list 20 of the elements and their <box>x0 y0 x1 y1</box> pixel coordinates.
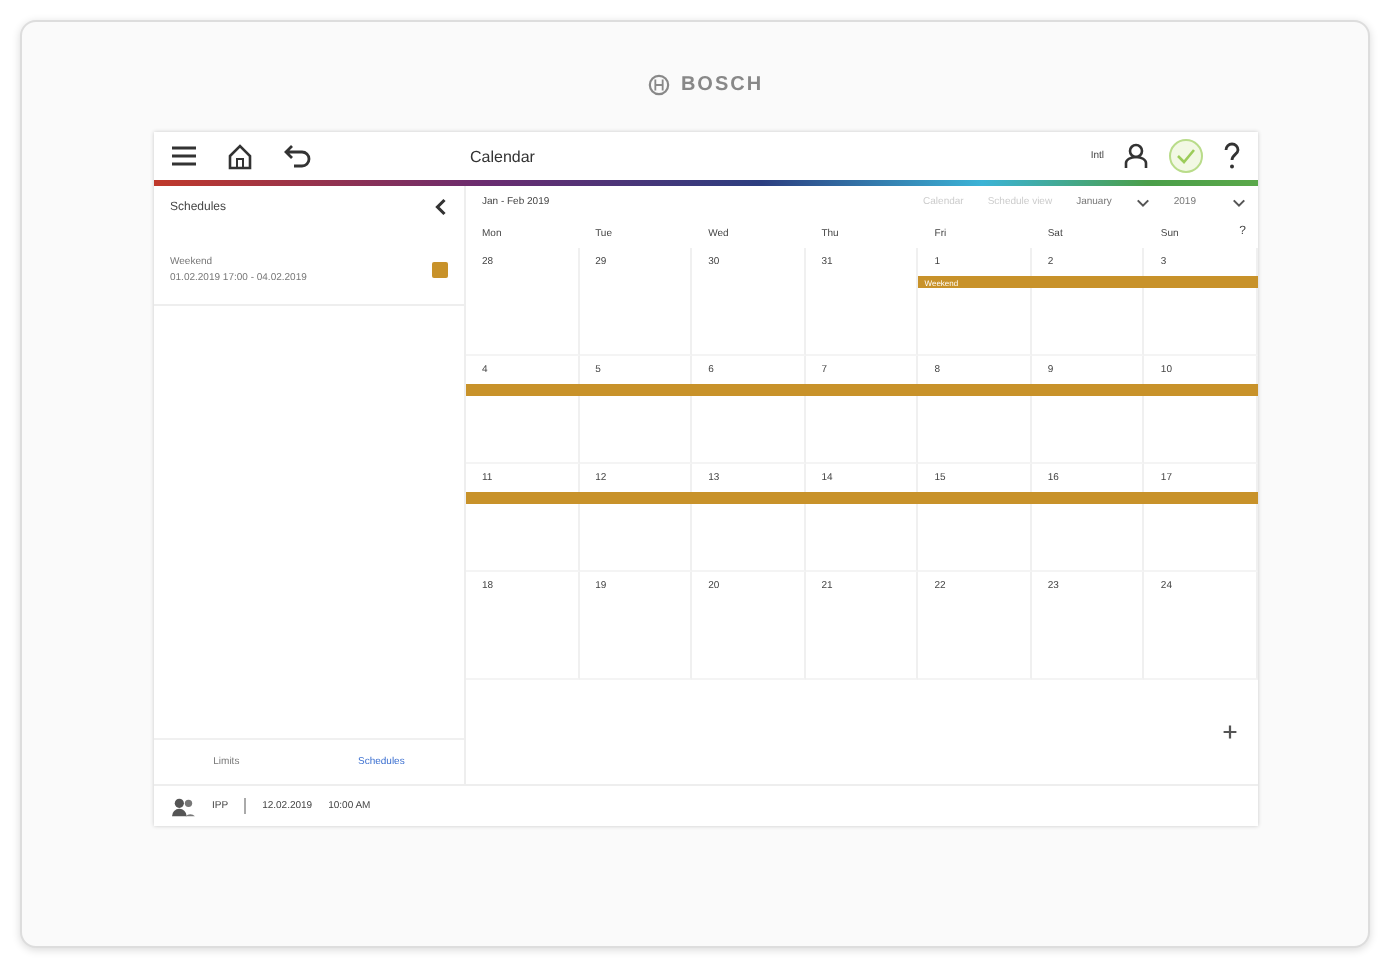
collapse-icon[interactable] <box>434 198 448 216</box>
user-icon[interactable] <box>1122 142 1150 170</box>
back-icon[interactable] <box>282 144 314 168</box>
home-icon[interactable] <box>226 142 254 170</box>
page-title: Calendar <box>470 147 537 165</box>
menu-icon[interactable] <box>170 144 198 168</box>
user-group-icon <box>170 795 196 817</box>
caret-icon <box>1135 197 1150 207</box>
brand-logo-icon <box>648 74 671 96</box>
help-icon[interactable] <box>1222 142 1242 170</box>
event-band[interactable] <box>466 384 580 396</box>
event-band[interactable] <box>1144 384 1258 396</box>
event-band[interactable] <box>1144 276 1258 288</box>
caret-icon <box>1232 197 1246 207</box>
check-icon[interactable] <box>1168 138 1204 174</box>
schedule-checkbox[interactable] <box>432 262 448 278</box>
event-band[interactable] <box>466 492 580 504</box>
event-band[interactable] <box>1144 492 1258 504</box>
add-icon[interactable] <box>1222 724 1238 740</box>
brand-name: BOSCH <box>680 74 764 96</box>
